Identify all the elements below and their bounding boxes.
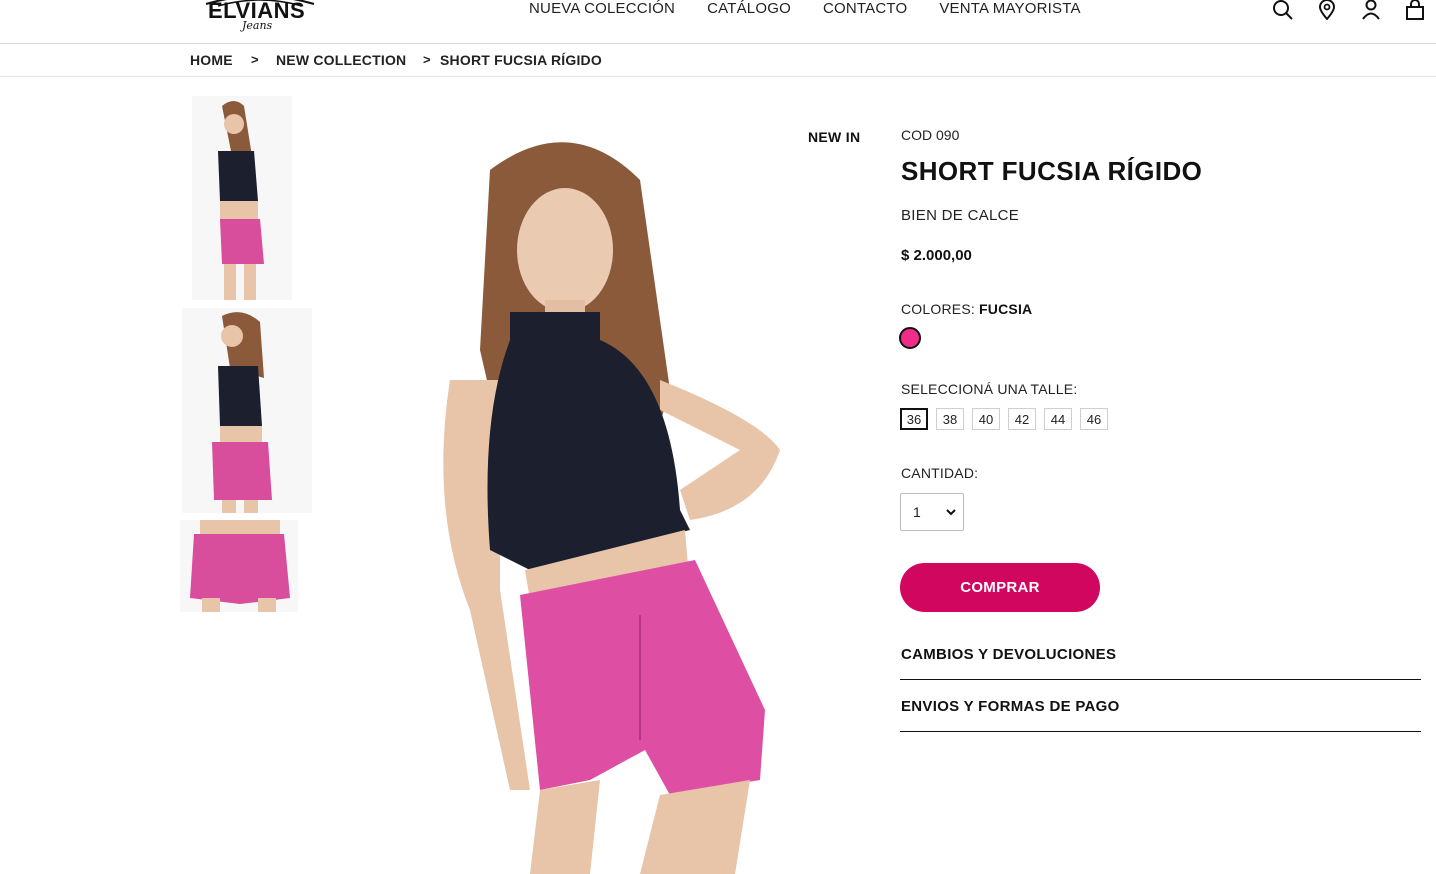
accordion-label: CAMBIOS Y DEVOLUCIONES — [901, 646, 1117, 663]
accordion-label: ENVIOS Y FORMAS DE PAGO — [901, 698, 1120, 715]
size-selector: 36 38 40 42 44 46 — [900, 408, 1108, 430]
buy-button[interactable]: COMPRAR — [900, 563, 1100, 612]
nav-contacto[interactable]: CONTACTO — [823, 0, 907, 20]
site-header: ELVIANS Jeans NUEVA COLECCIÓN CATÁLOGO C… — [0, 0, 1436, 44]
breadcrumb-home[interactable]: HOME — [190, 52, 233, 68]
colors-label-text: COLORES: — [901, 301, 980, 317]
breadcrumb-new-collection[interactable]: NEW COLLECTION — [276, 52, 406, 68]
size-option-42[interactable]: 42 — [1008, 408, 1036, 430]
thumbnail-3[interactable] — [180, 520, 298, 612]
accordion-cambios-devoluciones[interactable]: CAMBIOS Y DEVOLUCIONES — [900, 628, 1421, 680]
size-option-44[interactable]: 44 — [1044, 408, 1072, 430]
breadcrumb-separator: > — [251, 52, 259, 67]
quantity-label: CANTIDAD: — [901, 465, 979, 481]
model-photo-side — [182, 308, 312, 513]
user-icon[interactable] — [1360, 0, 1382, 20]
brand-tagline: Jeans — [242, 19, 273, 32]
size-option-38[interactable]: 38 — [936, 408, 964, 430]
product-subtitle: BIEN DE CALCE — [901, 207, 1020, 224]
nav-venta-mayorista[interactable]: VENTA MAYORISTA — [939, 0, 1080, 20]
size-label: SELECCIONÁ UNA TALLE: — [901, 381, 1078, 397]
nav-catalogo[interactable]: CATÁLOGO — [707, 0, 791, 20]
new-in-badge: NEW IN — [808, 129, 861, 145]
model-photo-front — [192, 96, 292, 300]
brand-logo[interactable]: ELVIANS Jeans — [198, 0, 322, 40]
size-option-40[interactable]: 40 — [972, 408, 1000, 430]
product-code: COD 090 — [901, 127, 960, 143]
breadcrumb-separator: > — [423, 52, 431, 67]
product-title: SHORT FUCSIA RÍGIDO — [901, 156, 1203, 186]
header-actions — [1272, 0, 1426, 21]
shopping-bag-icon[interactable] — [1404, 0, 1426, 20]
accordion-envios-pago[interactable]: ENVIOS Y FORMAS DE PAGO — [900, 680, 1421, 732]
size-option-36[interactable]: 36 — [900, 408, 928, 430]
search-icon[interactable] — [1272, 0, 1294, 20]
colors-label: COLORES: FUCSIA — [901, 301, 1032, 317]
main-nav: NUEVA COLECCIÓN CATÁLOGO CONTACTO VENTA … — [529, 0, 1081, 20]
thumbnail-1[interactable] — [192, 96, 292, 300]
breadcrumb: HOME > NEW COLLECTION > SHORT FUCSIA RÍG… — [0, 44, 1436, 77]
selected-color-name: FUCSIA — [979, 301, 1033, 317]
quantity-select[interactable]: 1 — [900, 493, 964, 531]
thumbnail-2[interactable] — [182, 308, 312, 513]
location-pin-icon[interactable] — [1316, 0, 1338, 21]
breadcrumb-current: SHORT FUCSIA RÍGIDO — [440, 52, 602, 68]
chevron-down-icon — [946, 509, 956, 516]
nav-nueva-coleccion[interactable]: NUEVA COLECCIÓN — [529, 0, 675, 20]
product-main-image[interactable] — [340, 90, 840, 874]
model-photo-main — [340, 90, 840, 874]
quantity-value: 1 — [913, 504, 921, 520]
color-swatch-fucsia[interactable] — [899, 327, 921, 349]
size-option-46[interactable]: 46 — [1080, 408, 1108, 430]
product-price: $ 2.000,00 — [901, 247, 972, 264]
shorts-closeup-photo — [180, 520, 298, 612]
